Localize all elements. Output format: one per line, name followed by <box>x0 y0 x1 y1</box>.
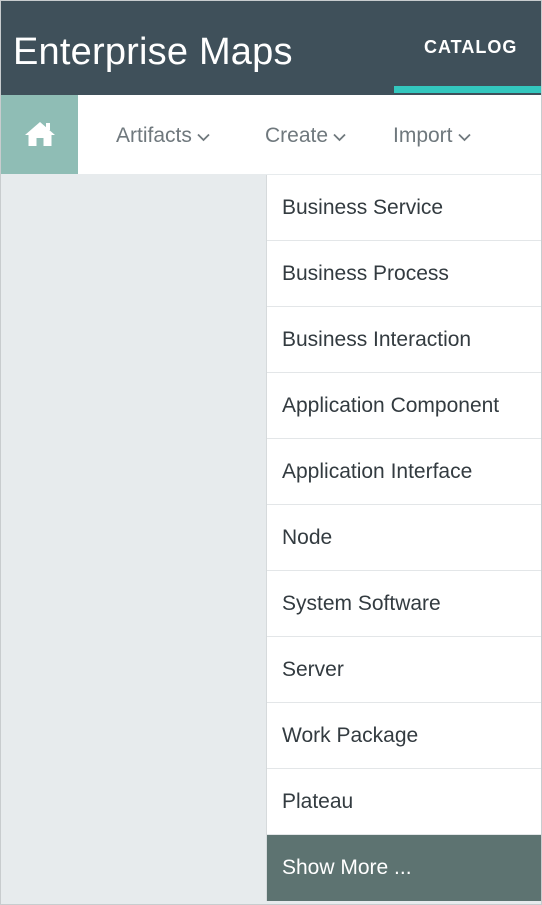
create-dropdown-menu: Business Service Business Process Busine… <box>266 175 541 901</box>
show-more-button[interactable]: Show More ... <box>267 835 541 901</box>
chevron-down-icon <box>457 124 471 148</box>
artifacts-menu-button[interactable]: Artifacts <box>116 124 210 148</box>
tab-catalog-label: CATALOG <box>424 37 518 57</box>
menu-item-system-software[interactable]: System Software <box>267 571 541 637</box>
active-tab-indicator <box>394 86 541 93</box>
create-menu-label: Create <box>265 124 329 147</box>
menu-item-business-interaction[interactable]: Business Interaction <box>267 307 541 373</box>
toolbar: Artifacts Create Import <box>1 95 541 174</box>
app-title: Enterprise Maps <box>13 31 293 73</box>
create-menu-button[interactable]: Create <box>265 124 346 148</box>
menu-item-node[interactable]: Node <box>267 505 541 571</box>
menu-item-server[interactable]: Server <box>267 637 541 703</box>
chevron-down-icon <box>333 124 346 148</box>
menu-item-business-process[interactable]: Business Process <box>267 241 541 307</box>
menu-item-business-service[interactable]: Business Service <box>267 175 541 241</box>
app-window: Enterprise Maps CATALOG Artifacts Create… <box>0 0 542 905</box>
home-button[interactable] <box>1 95 78 174</box>
menu-item-plateau[interactable]: Plateau <box>267 769 541 835</box>
home-icon <box>25 122 55 146</box>
menu-item-application-component[interactable]: Application Component <box>267 373 541 439</box>
import-menu-label: Import <box>393 124 453 147</box>
artifacts-menu-label: Artifacts <box>116 124 192 147</box>
tab-catalog[interactable]: CATALOG <box>394 1 541 95</box>
chevron-down-icon <box>197 124 210 148</box>
app-header: Enterprise Maps CATALOG <box>1 1 541 95</box>
import-menu-button[interactable]: Import <box>393 124 471 148</box>
menu-item-application-interface[interactable]: Application Interface <box>267 439 541 505</box>
menu-item-work-package[interactable]: Work Package <box>267 703 541 769</box>
